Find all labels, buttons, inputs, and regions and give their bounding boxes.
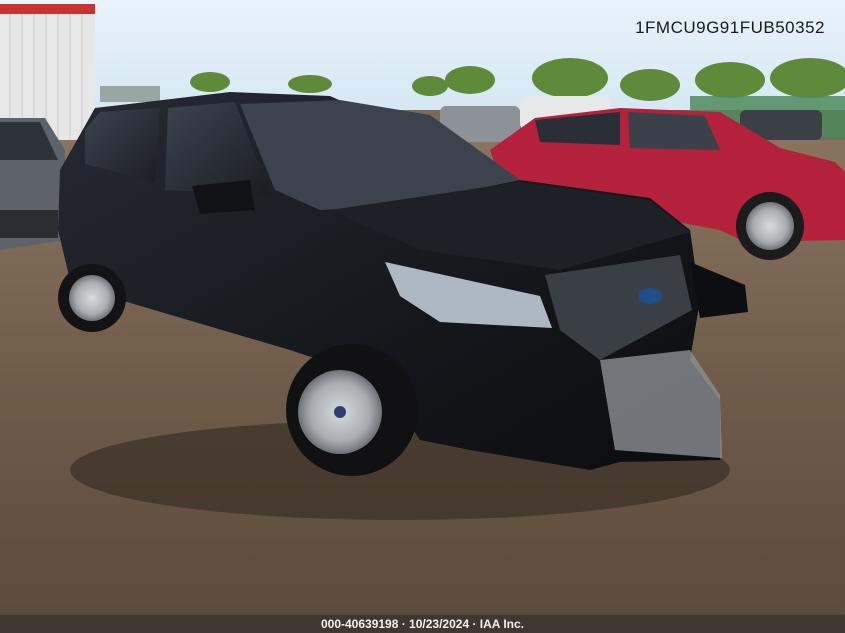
vin-label: 1FMCU9G91FUB50352	[635, 18, 825, 37]
grey-suv-left	[0, 118, 65, 250]
vehicle-photo	[0, 0, 845, 633]
photo-caption: 000-40639198 · 10/23/2024 · IAA Inc.	[0, 615, 845, 633]
